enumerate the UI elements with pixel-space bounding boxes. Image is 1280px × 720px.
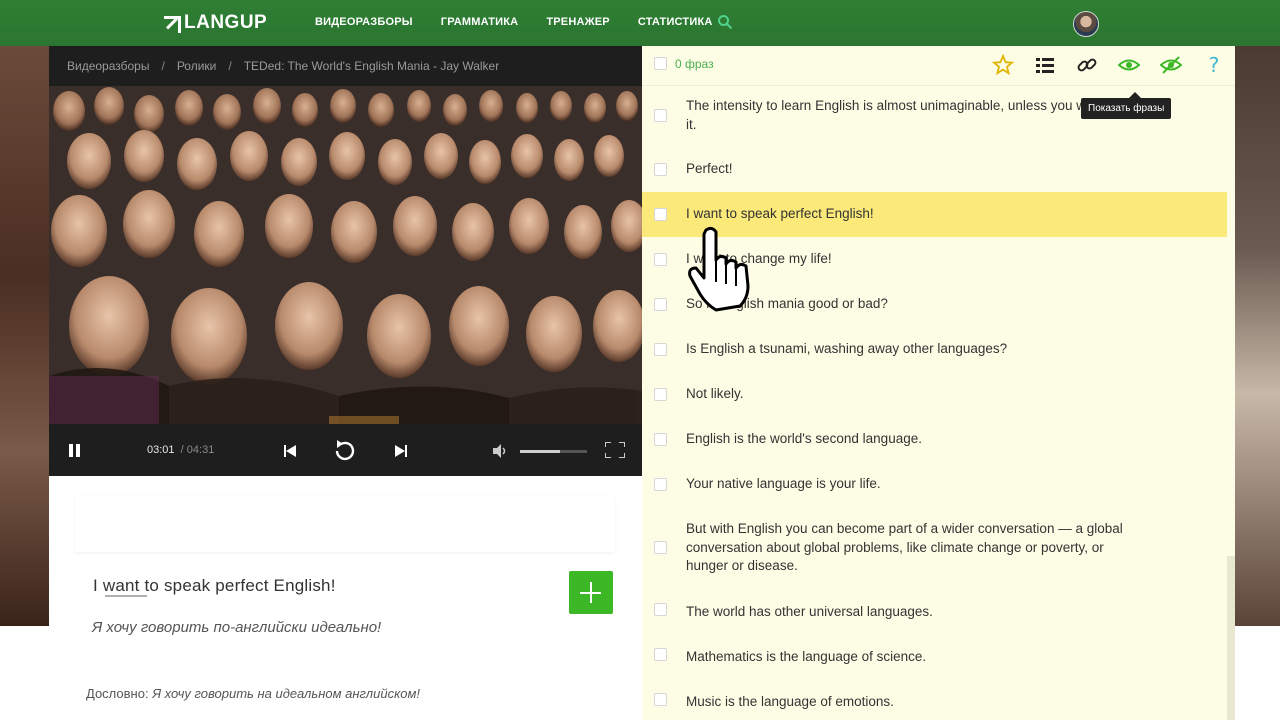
phrase-text: Your native language is your life. (686, 476, 881, 491)
eye-icon[interactable] (1118, 54, 1140, 76)
list-item[interactable]: English is the world's second language. (642, 417, 1227, 462)
video-frame[interactable] (49, 86, 642, 464)
previous-icon[interactable] (284, 445, 296, 457)
current-time: 03:01 (147, 444, 175, 456)
video-panel: Видеоразборы / Ролики / TEDed: The World… (49, 46, 642, 720)
nav-item-statistics[interactable]: СТАТИСТИКА (638, 16, 713, 28)
breadcrumb-videos[interactable]: Видеоразборы (67, 59, 149, 73)
background-left (0, 46, 50, 626)
volume-level (520, 450, 561, 453)
phrase-text: I want to speak perfect English! (686, 206, 874, 221)
time-display: 03:01 / 04:31 (147, 444, 214, 456)
list-item[interactable]: Music is the language of emotions. (642, 677, 1227, 720)
main-nav: ВИДЕОРАЗБОРЫ ГРАММАТИКА ТРЕНАЖЕР СТАТИСТ… (315, 16, 713, 28)
current-phrase-english[interactable]: I want to speak perfect English! (93, 576, 336, 596)
phrase-checkbox[interactable] (654, 253, 667, 266)
phrase-checkbox[interactable] (654, 163, 667, 176)
literal-translation: Дословно: Я хочу говорить на идеальном а… (86, 686, 420, 701)
phrase-checkbox[interactable] (654, 648, 667, 661)
list-item[interactable]: Perfect! (642, 146, 1227, 191)
phrase-checkbox[interactable] (654, 208, 667, 221)
volume-icon[interactable] (493, 444, 507, 458)
phrase-checkbox[interactable] (654, 388, 667, 401)
phrase-checkbox[interactable] (654, 541, 667, 554)
eye-off-icon[interactable] (1160, 54, 1182, 76)
breadcrumb-clips[interactable]: Ролики (177, 59, 217, 73)
phrase-checkbox[interactable] (654, 298, 667, 311)
user-avatar[interactable] (1073, 11, 1099, 37)
subtitle-card (75, 496, 615, 552)
nav-item-trainer[interactable]: ТРЕНАЖЕР (546, 16, 610, 28)
phrase-checkbox[interactable] (654, 478, 667, 491)
video-crowd-image (49, 86, 642, 464)
background-right (1235, 46, 1280, 626)
phrase-checkbox[interactable] (654, 433, 667, 446)
help-icon[interactable]: ? (1203, 54, 1225, 76)
select-all-checkbox[interactable] (654, 57, 667, 70)
phrase-checkbox[interactable] (654, 603, 667, 616)
star-icon[interactable] (992, 54, 1014, 76)
tooltip: Показать фразы (1081, 92, 1172, 119)
phrase-panel-toolbar: 0 фраз ? (642, 46, 1235, 86)
literal-label: Дословно: (86, 686, 149, 701)
literal-value: Я хочу говорить на идеальном английском! (152, 686, 420, 701)
fullscreen-icon[interactable] (605, 442, 625, 458)
svg-text:?: ? (1209, 54, 1220, 76)
logo-text: LANGUP (184, 12, 268, 33)
phrase-text: Mathematics is the language of science. (686, 649, 927, 664)
phrase-checkbox[interactable] (654, 343, 667, 356)
volume-slider[interactable] (520, 450, 587, 453)
list-item[interactable]: Your native language is your life. (642, 462, 1227, 507)
phrase-text: The world has other universal languages. (686, 604, 933, 619)
phrase-text: Is English a tsunami, washing away other… (686, 341, 1008, 356)
list-icon[interactable] (1034, 54, 1056, 76)
pause-icon[interactable] (69, 444, 81, 457)
nav-item-grammar[interactable]: ГРАММАТИКА (441, 16, 519, 28)
phrase-count: 0 фраз (675, 57, 714, 71)
phrase-text: The intensity to learn English is almost… (686, 98, 1122, 132)
total-time: 04:31 (186, 444, 215, 456)
breadcrumb-separator: / (161, 59, 165, 73)
phrase-checkbox[interactable] (654, 109, 667, 122)
phrase-text: English is the world's second language. (686, 431, 922, 446)
list-item[interactable]: Mathematics is the language of science. (642, 632, 1227, 677)
list-item[interactable]: Not likely. (642, 372, 1227, 417)
breadcrumb-separator: / (228, 59, 232, 73)
phrase-checkbox[interactable] (654, 693, 667, 706)
time-separator: / (180, 444, 184, 456)
phrase-text: Perfect! (686, 161, 733, 176)
breadcrumb: Видеоразборы / Ролики / TEDed: The World… (49, 46, 642, 86)
hand-cursor-icon (688, 226, 750, 312)
breadcrumb-current: TEDed: The World's English Mania - Jay W… (243, 59, 500, 73)
logo-arrow-icon (164, 16, 181, 33)
phrase-text: Not likely. (686, 386, 744, 401)
list-item[interactable]: But with English you can become part of … (642, 507, 1227, 587)
replay-icon[interactable] (331, 440, 357, 462)
add-phrase-button[interactable] (569, 571, 613, 614)
phrase-text: Music is the language of emotions. (686, 694, 894, 709)
phrase-panel: 0 фраз ? The intensity to learn English … (642, 46, 1235, 720)
current-phrase-russian: Я хочу говорить по-английски идеально! (92, 619, 382, 636)
search-icon[interactable] (717, 14, 733, 30)
next-icon[interactable] (395, 445, 407, 457)
word-underline (105, 595, 147, 597)
top-navbar: LANGUP ВИДЕОРАЗБОРЫ ГРАММАТИКА ТРЕНАЖЕР … (0, 0, 1280, 46)
link-icon[interactable] (1076, 54, 1098, 76)
nav-item-videos[interactable]: ВИДЕОРАЗБОРЫ (315, 16, 413, 28)
player-controls: 03:01 / 04:31 (49, 424, 642, 476)
phrase-list-scrollbar[interactable] (1227, 556, 1235, 720)
langup-logo[interactable]: LANGUP (164, 12, 267, 34)
list-item[interactable]: The world has other universal languages. (642, 587, 1227, 632)
phrase-text: But with English you can become part of … (686, 521, 1123, 573)
list-item[interactable]: Is English a tsunami, washing away other… (642, 327, 1227, 372)
